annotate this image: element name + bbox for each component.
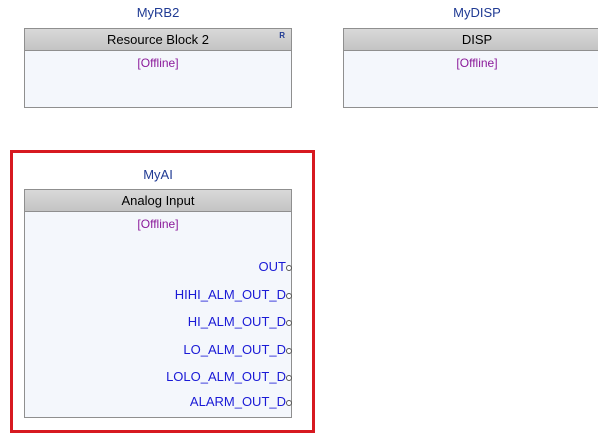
block-type-label: Analog Input <box>121 193 195 208</box>
block-type-header[interactable]: Resource Block 2 <box>25 29 291 51</box>
port-label: LOLO_ALM_OUT_D <box>166 369 286 384</box>
output-port-hihi-alm-out-d[interactable]: HIHI_ALM_OUT_D <box>174 287 292 302</box>
output-port-lolo-alm-out-d[interactable]: LOLO_ALM_OUT_D <box>166 369 292 384</box>
function-block-resource-block-2[interactable]: Resource Block 2 R [Offline] <box>24 28 292 108</box>
port-connector-icon[interactable] <box>286 293 292 299</box>
block-type-header[interactable]: DISP <box>344 29 598 51</box>
function-block-analog-input[interactable]: Analog Input [Offline] OUT HIHI_ALM_OUT_… <box>24 189 292 418</box>
output-port-lo-alm-out-d[interactable]: LO_ALM_OUT_D <box>183 342 292 357</box>
port-connector-icon[interactable] <box>286 320 292 326</box>
port-connector-icon[interactable] <box>286 348 292 354</box>
output-port-hi-alm-out-d[interactable]: HI_ALM_OUT_D <box>187 314 292 329</box>
block-status: [Offline] <box>137 56 179 70</box>
block-type-label: DISP <box>461 32 493 47</box>
block-status: [Offline] <box>137 217 179 231</box>
port-connector-icon[interactable] <box>286 265 292 271</box>
resource-badge-icon: R <box>279 31 285 40</box>
port-connector-icon[interactable] <box>286 375 292 381</box>
output-port-out[interactable]: OUT <box>258 259 292 274</box>
port-connector-icon[interactable] <box>286 400 292 406</box>
block-type-header[interactable]: Analog Input <box>25 190 291 212</box>
port-label: HI_ALM_OUT_D <box>187 314 286 329</box>
port-label: ALARM_OUT_D <box>189 394 286 409</box>
block-status: [Offline] <box>456 56 498 70</box>
block-name-mydisp: MyDISP <box>453 5 501 20</box>
port-label: HIHI_ALM_OUT_D <box>174 287 286 302</box>
output-port-alarm-out-d[interactable]: ALARM_OUT_D <box>189 394 292 409</box>
function-block-disp[interactable]: DISP T [Offline] <box>343 28 598 108</box>
port-label: OUT <box>258 259 286 274</box>
block-name-myai: MyAI <box>143 167 173 182</box>
block-name-myrb2: MyRB2 <box>136 5 180 20</box>
port-label: LO_ALM_OUT_D <box>183 342 286 357</box>
block-type-label: Resource Block 2 <box>107 32 209 47</box>
